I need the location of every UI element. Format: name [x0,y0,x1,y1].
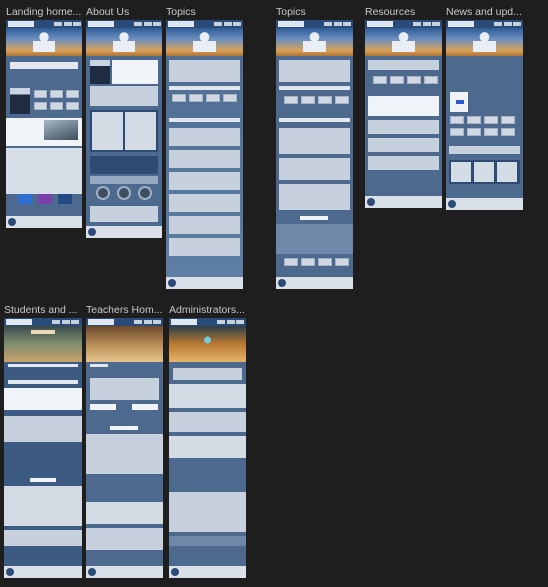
page-footer [6,216,82,228]
frame-label: Topics [166,6,196,18]
frame-label: Teachers Hom... [86,304,163,316]
design-canvas: Landing home... About Us Topics Topics R… [0,0,548,587]
page-thumbnail [86,20,162,238]
frame-label: Landing home... [6,6,82,18]
app-icon [18,194,32,204]
hero-image [86,28,162,56]
page-thumbnail [276,20,353,289]
frame-topics-2[interactable]: Topics [276,6,353,289]
frame-administrators[interactable]: Administrators... [169,304,246,578]
page-thumbnail [6,20,82,228]
frame-label: Resources [365,6,416,18]
page-thumbnail [86,318,163,578]
frame-label: Students and ... [4,304,78,316]
page-footer [86,566,163,578]
page-thumbnail [4,318,82,578]
hero-image [276,28,353,56]
hero-image [4,326,82,362]
profile-circle [138,186,152,200]
page-footer [4,566,82,578]
page-footer [365,196,442,208]
page-thumbnail [166,20,243,289]
frame-news-updates[interactable]: News and upd... [446,6,523,210]
hero-image [365,28,442,56]
page-thumbnail [365,20,442,208]
page-thumbnail [169,318,246,578]
frame-teachers-home[interactable]: Teachers Hom... [86,304,163,578]
page-thumbnail [446,20,523,210]
frame-label: About Us [86,6,130,18]
app-icon [38,194,52,204]
hero-image [446,28,523,56]
frame-resources[interactable]: Resources [365,6,442,208]
frame-landing-home[interactable]: Landing home... [6,6,82,228]
app-icon [58,194,72,204]
frame-about-us[interactable]: About Us [86,6,162,238]
page-footer [86,226,162,238]
page-footer [446,198,523,210]
hero-image [166,28,243,56]
page-footer [169,566,246,578]
frame-label: News and upd... [446,6,522,18]
page-footer [276,277,353,289]
hero-image [86,326,163,362]
frame-students[interactable]: Students and ... [4,304,82,578]
profile-photo [10,88,30,114]
profile-circle [96,186,110,200]
frame-label: Topics [276,6,306,18]
profile-photo [90,60,110,84]
hero-image [169,326,246,362]
page-footer [166,277,243,289]
hero-image [6,28,82,56]
frame-topics-1[interactable]: Topics [166,6,243,289]
frame-label: Administrators... [169,304,245,316]
nav-bar [6,20,82,28]
profile-circle [117,186,131,200]
